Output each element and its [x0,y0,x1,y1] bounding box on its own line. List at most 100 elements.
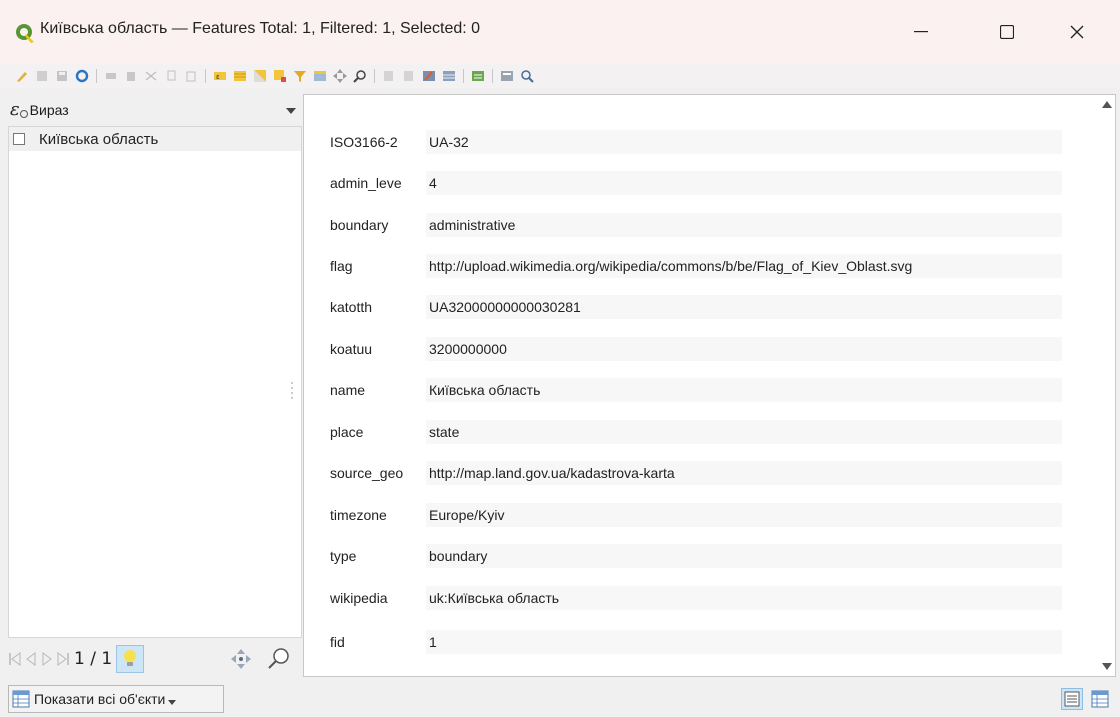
first-feature-icon[interactable] [8,651,22,667]
lightbulb-icon [124,650,137,666]
zoom-to-selection-icon[interactable] [352,68,368,84]
move-selection-to-top-icon[interactable] [312,68,328,84]
reload-icon[interactable] [74,68,90,84]
table-view-button[interactable] [1089,688,1111,710]
field-value-input[interactable]: http://map.land.gov.ua/kadastrova-karta [426,461,1062,485]
field-value-input[interactable]: 1 [426,630,1062,654]
window-title: Київська область — Features Total: 1, Fi… [40,20,481,37]
form-row-timezone: timezone Europe/Kyiv [330,502,1062,528]
field-calculator-icon[interactable] [470,68,486,84]
previous-feature-icon[interactable] [24,651,38,667]
toolbar-separator [96,69,97,83]
page-indicator: 1 / 1 [74,649,113,669]
deselect-all-icon[interactable] [272,68,288,84]
field-value-input[interactable]: UA-32 [426,130,1062,154]
new-field-icon[interactable] [421,68,437,84]
delete-feature-icon[interactable] [123,68,139,84]
field-label: type [330,548,357,564]
copy-rows-icon[interactable] [381,68,397,84]
field-value-input[interactable]: Europe/Kyiv [426,503,1062,527]
next-feature-icon[interactable] [40,651,54,667]
feature-list: Київська область [8,126,302,638]
select-by-expression-icon[interactable]: ε [212,68,228,84]
field-value-input[interactable]: administrative [426,213,1062,237]
feature-navigation: 1 / 1 [8,642,302,676]
filter-icon[interactable] [292,68,308,84]
chevron-down-icon[interactable] [286,108,296,114]
field-label: ISO3166-2 [330,134,398,150]
list-item[interactable]: Київська область [9,127,301,151]
field-label: source_geo [330,465,404,481]
field-value-input[interactable]: 3200000000 [426,337,1062,361]
close-button[interactable] [1054,12,1100,52]
minimize-icon [914,31,928,33]
field-value-input[interactable]: uk:Київська область [426,586,1062,610]
feature-label: Київська область [39,130,159,148]
field-label: boundary [330,217,389,233]
field-value-input[interactable]: Київська область [426,378,1062,402]
multi-edit-icon[interactable] [34,68,50,84]
feature-list-panel: ε Вираз Київська область 1 / 1 [8,94,302,684]
form-row-type: type boundary [330,543,1062,569]
search-small-icon [19,110,28,118]
form-row-wikipedia: wikipedia uk:Київська область [330,585,1062,611]
copy-icon[interactable] [163,68,179,84]
scroll-up-icon[interactable] [1102,101,1112,108]
select-all-icon[interactable] [232,68,248,84]
field-value-input[interactable]: 4 [426,171,1062,195]
toolbar-separator [374,69,375,83]
field-value-input[interactable]: state [426,420,1062,444]
attribute-form: ISO3166-2 UA-32 admin_leve 4 boundary ad… [303,94,1116,677]
add-feature-icon[interactable] [103,68,119,84]
save-edits-icon[interactable] [54,68,70,84]
scroll-down-icon[interactable] [1102,663,1112,670]
form-view-icon [1064,691,1080,707]
conditional-formatting-icon[interactable] [499,68,515,84]
vertical-scrollbar[interactable] [1101,95,1115,676]
form-row-koatuu: koatuu 3200000000 [330,336,1062,362]
form-row-fid: fid 1 [330,629,1062,655]
form-row-source-geo: source_geo http://map.land.gov.ua/kadast… [330,460,1062,486]
field-label: flag [330,258,353,274]
field-value-input[interactable]: boundary [426,544,1062,568]
maximize-icon [1000,25,1014,39]
svg-text:ε: ε [216,73,220,81]
field-label: place [330,424,364,440]
form-view-button[interactable] [1061,688,1083,710]
field-label: koatuu [330,341,373,357]
toolbar-separator [463,69,464,83]
invert-selection-icon[interactable] [252,68,268,84]
zoom-icon[interactable] [266,646,292,672]
form-row-admin-leve: admin_leve 4 [330,170,1062,196]
qgis-icon [16,24,34,43]
show-all-features-button[interactable]: Показати всі об'єкти [8,685,224,713]
form-row-boundary: boundary administrative [330,212,1062,238]
table-view-icon [1091,690,1109,708]
minimize-button[interactable] [898,12,944,52]
field-value-input[interactable]: UA32000000000030281 [426,295,1062,319]
title-bar: Київська область — Features Total: 1, Fi… [0,0,1120,64]
table-icon [12,690,30,708]
pan-icon[interactable] [230,648,252,670]
toolbar-separator [205,69,206,83]
maximize-button[interactable] [984,12,1030,52]
field-value-input[interactable]: http://upload.wikimedia.org/wikipedia/co… [426,254,1062,278]
field-label: admin_leve [330,175,402,191]
paste-icon[interactable] [183,68,199,84]
last-feature-icon[interactable] [56,651,70,667]
form-row-flag: flag http://upload.wikimedia.org/wikiped… [330,253,1062,279]
expression-selector[interactable]: ε Вираз [8,94,302,124]
highlight-feature-button[interactable] [116,645,145,673]
actions-icon[interactable] [519,68,535,84]
splitter-handle[interactable] [289,380,295,400]
close-icon [1070,25,1084,39]
toggle-editing-icon[interactable] [14,68,30,84]
feature-checkbox[interactable] [13,133,25,145]
pan-to-selection-icon[interactable] [332,68,348,84]
paste-rows-icon[interactable] [401,68,417,84]
form-row-katotth: katotth UA32000000000030281 [330,294,1062,320]
delete-field-icon[interactable] [441,68,457,84]
toolbar-separator [492,69,493,83]
form-row-name: name Київська область [330,377,1062,403]
cut-icon[interactable] [143,68,159,84]
